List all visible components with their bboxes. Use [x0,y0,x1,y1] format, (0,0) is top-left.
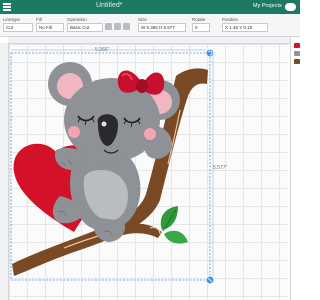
koala-right-cheek [144,128,156,140]
red-bow [117,70,165,95]
green-leaves [160,206,188,244]
koala-artwork[interactable] [0,0,300,300]
koala-left-cheek [68,126,80,138]
resize-handle [205,275,215,285]
rotate-handle [205,48,215,58]
